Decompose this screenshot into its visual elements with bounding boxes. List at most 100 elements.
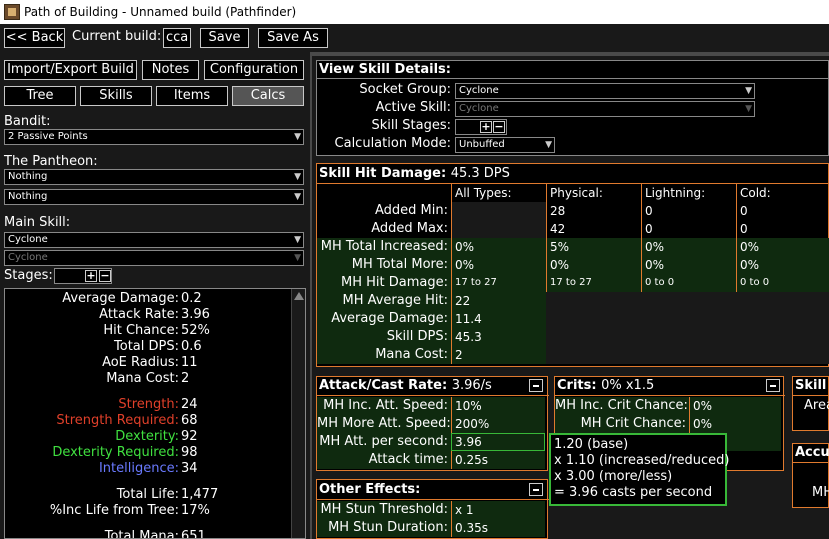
scrollbar[interactable] xyxy=(291,289,305,538)
collapse-icon[interactable] xyxy=(529,379,543,392)
table-cell: 0 xyxy=(736,202,829,220)
stat-row: Intelligence: 34 xyxy=(5,461,291,477)
stat-value: 0.6 xyxy=(181,339,202,354)
accuracy-row-label: MH xyxy=(812,485,829,500)
stages-label: Stages: xyxy=(4,268,53,283)
hit-damage-dps: 45.3 DPS xyxy=(450,166,510,181)
attack-rate-value: 3.96/s xyxy=(451,378,492,393)
row-label: Mana Cost: xyxy=(317,346,451,364)
row-label: MH Total Increased: xyxy=(317,238,451,256)
main-skill-dropdown[interactable]: Cyclone ▼ xyxy=(4,232,304,248)
configuration-button[interactable]: Configuration xyxy=(204,60,304,80)
row-label: MH Att. per second: xyxy=(317,433,451,451)
table-cell xyxy=(546,310,641,328)
collapse-icon[interactable] xyxy=(766,379,780,392)
stat-value: 34 xyxy=(181,461,198,476)
table-cell: 17 to 27 xyxy=(451,274,546,292)
table-cell: 0% xyxy=(451,256,546,274)
plus-icon[interactable]: + xyxy=(480,121,492,133)
section-divider xyxy=(555,395,785,396)
row-label: MH Inc. Crit Chance: xyxy=(555,397,689,415)
stat-label: Attack Rate: xyxy=(99,307,179,322)
minus-icon[interactable]: − xyxy=(493,121,505,133)
minus-icon[interactable]: − xyxy=(99,270,111,282)
stat-label: AoE Radius: xyxy=(102,355,179,370)
table-cell: 5% xyxy=(546,238,641,256)
tab-items[interactable]: Items xyxy=(156,86,228,106)
stat-label: Intelligence: xyxy=(98,461,179,476)
tab-skills[interactable]: Skills xyxy=(80,86,152,106)
attack-rate-header: Attack/Cast Rate: 3.96/s xyxy=(319,378,492,393)
plus-icon[interactable]: + xyxy=(85,270,97,282)
row-value: x 1 xyxy=(451,501,545,519)
save-button[interactable]: Save xyxy=(200,28,249,48)
row-label: Skill DPS: xyxy=(317,328,451,346)
row-value: 200% xyxy=(451,415,545,433)
back-button[interactable]: << Back xyxy=(4,28,65,48)
row-label: Attack time: xyxy=(317,451,451,469)
pantheon-major-value: Nothing xyxy=(8,171,48,182)
tab-tree[interactable]: Tree xyxy=(4,86,76,106)
accuracy-section: Accu MH xyxy=(792,443,829,508)
row-label: Added Min: xyxy=(375,203,448,218)
skill-stages-stepper[interactable]: + − xyxy=(455,119,507,135)
table-cell: 0 xyxy=(641,202,736,220)
table-cell xyxy=(546,292,641,310)
save-as-button[interactable]: Save As xyxy=(258,28,328,48)
pantheon-minor-dropdown[interactable]: Nothing ▼ xyxy=(4,189,304,205)
tooltip-line: 1.20 (base) xyxy=(554,437,629,452)
table-cell xyxy=(641,328,736,346)
scroll-up-icon[interactable] xyxy=(294,292,304,300)
stat-label: Dexterity: xyxy=(115,429,179,444)
skill-type-row-label: Area xyxy=(804,398,829,413)
import-export-button[interactable]: Import/Export Build xyxy=(4,60,137,80)
stat-value: 68 xyxy=(181,413,198,428)
row-label: Added Max: xyxy=(371,221,448,236)
stat-value: 0.2 xyxy=(181,291,202,306)
column-header: Physical: xyxy=(546,184,641,202)
pantheon-minor-value: Nothing xyxy=(8,191,48,202)
socket-group-label: Socket Group: xyxy=(359,82,451,97)
main-skill-label: Main Skill: xyxy=(4,215,71,230)
table-cell: 0% xyxy=(641,238,736,256)
pantheon-major-dropdown[interactable]: Nothing ▼ xyxy=(4,169,304,185)
notes-button[interactable]: Notes xyxy=(142,60,199,80)
stat-label: Strength Required: xyxy=(56,413,179,428)
view-skill-details-section: View Skill Details: Socket Group: Cyclon… xyxy=(316,60,829,156)
hit-damage-title: Skill Hit Damage: xyxy=(319,166,447,181)
main-skill-part-value: Cyclone xyxy=(8,252,48,263)
section-divider xyxy=(317,395,549,396)
stat-value: 3.96 xyxy=(181,307,210,322)
stat-value: 11 xyxy=(181,355,198,370)
skill-stages-label: Skill Stages: xyxy=(371,118,451,133)
table-cell: 17 to 27 xyxy=(546,274,641,292)
table-cell: 22 xyxy=(451,292,546,310)
table-cell xyxy=(546,346,641,364)
table-cell: 28 xyxy=(546,202,641,220)
chevron-down-icon: ▼ xyxy=(745,86,752,96)
table-cell: 0 to 0 xyxy=(736,274,829,292)
table-cell xyxy=(736,292,829,310)
table-cell xyxy=(736,346,829,364)
socket-group-dropdown[interactable]: Cyclone ▼ xyxy=(455,83,755,99)
build-name-input[interactable]: cca xyxy=(163,28,191,48)
calc-mode-dropdown[interactable]: Unbuffed ▼ xyxy=(455,137,555,153)
stat-row: Total DPS: 0.6 xyxy=(5,339,291,355)
tooltip-line: x 1.10 (increased/reduced) xyxy=(554,453,730,468)
attack-rate-section: Attack/Cast Rate: 3.96/s MH Inc. Att. Sp… xyxy=(316,376,549,471)
table-cell: 0 xyxy=(736,220,829,238)
stat-row: Attack Rate: 3.96 xyxy=(5,307,291,323)
chevron-down-icon: ▼ xyxy=(745,104,752,114)
current-build-label: Current build: xyxy=(72,29,162,44)
bandit-dropdown[interactable]: 2 Passive Points ▼ xyxy=(4,129,304,145)
collapse-icon[interactable] xyxy=(529,483,543,496)
stages-stepper[interactable]: + − xyxy=(54,268,112,284)
window-title: Path of Building - Unnamed build (Pathfi… xyxy=(24,5,297,19)
table-cell xyxy=(641,310,736,328)
section-divider xyxy=(317,78,829,79)
tab-calcs[interactable]: Calcs xyxy=(232,86,304,106)
skill-type-title: Skill t xyxy=(795,378,829,393)
row-value: 0% xyxy=(689,397,781,415)
active-skill-dropdown: Cyclone ▼ xyxy=(455,101,755,117)
chevron-down-icon: ▼ xyxy=(294,192,301,202)
